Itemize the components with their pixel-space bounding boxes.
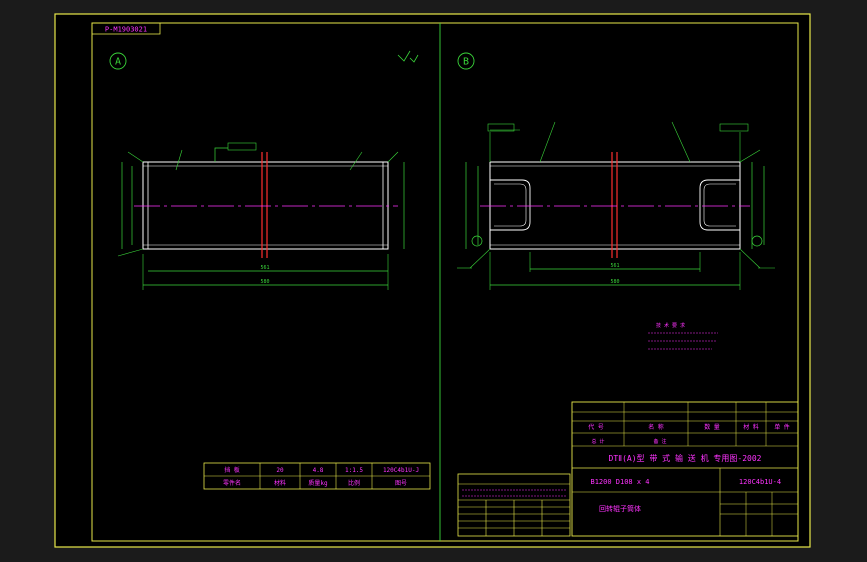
- parts-cell: 图号: [395, 480, 407, 487]
- sheet-border: [54, 13, 811, 548]
- parts-cell: 4.8: [313, 467, 324, 474]
- drawing-sheet: P-M1903021 A B 561 580 561 580 技 术 要 求 挡…: [0, 0, 867, 562]
- parts-table: 挡 板 20 4.8 1:1.5 120C4b1U-J 零件名 材料 质量kg …: [203, 462, 431, 490]
- sig-label: 代 号: [588, 423, 604, 431]
- sig-label: 材 料: [743, 423, 759, 431]
- main-title: DTⅡ(A)型 带 式 输 送 机 专用图-2002: [609, 453, 762, 463]
- cad-canvas: P-M1903021 A B 561 580 561 580 技 术 要 求 挡…: [0, 0, 867, 562]
- drawing-code: 120C4b1U-4: [739, 478, 781, 486]
- view-a-label: A: [115, 57, 121, 68]
- dim-inner-b: 561: [610, 263, 619, 269]
- parts-cell: 材料: [274, 479, 286, 487]
- parts-cell: 比例: [348, 479, 360, 487]
- spec-text: B1200 D108 x 4: [590, 478, 649, 486]
- dim-overall-b: 580: [610, 279, 619, 285]
- sig-label: 单 件: [774, 423, 790, 431]
- drawing-number: P-M1903021: [105, 26, 147, 34]
- dim-overall-a: 580: [260, 279, 269, 285]
- parts-cell: 120C4b1U-J: [383, 467, 419, 474]
- part-name: 回转辊子筒体: [599, 504, 641, 513]
- dim-inner-a: 561: [260, 265, 269, 271]
- view-b-label: B: [463, 57, 469, 68]
- sig-label: 总 计: [591, 438, 604, 445]
- parts-cell: 质量kg: [308, 479, 328, 487]
- parts-cell: 20: [276, 467, 284, 474]
- parts-cell: 1:1.5: [345, 467, 363, 474]
- tech-notes-title: 技 术 要 求: [656, 322, 685, 329]
- sig-label: 名 称: [648, 423, 664, 431]
- parts-cell: 挡 板: [224, 466, 240, 474]
- sig-label: 数 量: [704, 423, 720, 431]
- parts-cell: 零件名: [223, 479, 241, 487]
- sig-label: 备 注: [653, 438, 666, 445]
